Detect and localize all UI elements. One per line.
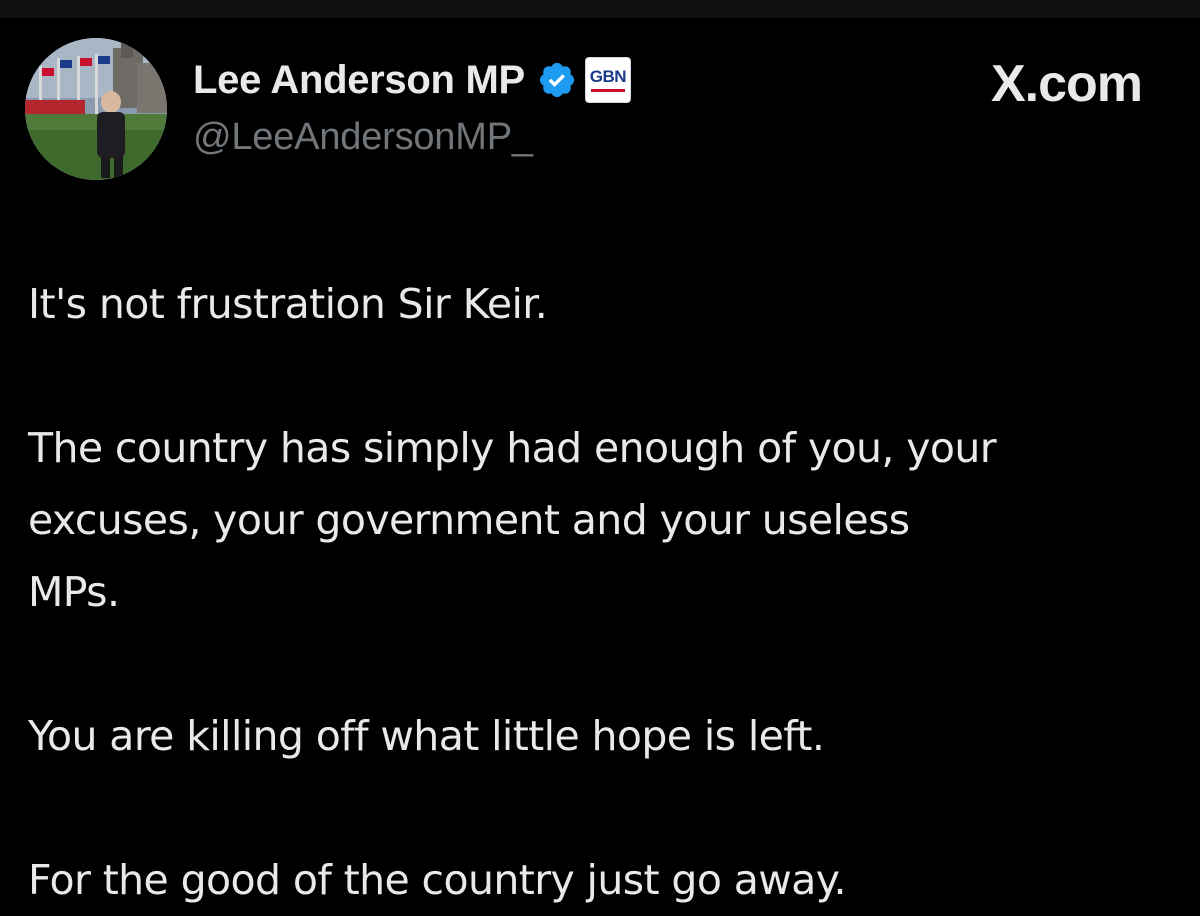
- tweet-paragraph-2-line-3: MPs.: [28, 568, 120, 616]
- verified-check-icon[interactable]: [537, 60, 577, 100]
- tweet-paragraph-2-line-2: excuses, your government and your useles…: [28, 496, 910, 544]
- site-watermark: X.com: [990, 55, 1143, 113]
- tweet-paragraph-2-line-1: The country has simply had enough of you…: [28, 424, 997, 472]
- tweet-paragraph-3: You are killing off what little hope is …: [28, 712, 825, 760]
- tweet-card: Lee Anderson MP GBN @LeeAndersonMP_ X.co…: [0, 18, 1200, 904]
- tweet-text: It's not frustration Sir Keir. The count…: [28, 268, 1188, 916]
- author-avatar[interactable]: [25, 38, 167, 180]
- top-edge-strip: [0, 0, 1200, 18]
- author-name-row: Lee Anderson MP GBN: [193, 56, 631, 104]
- tweet-paragraph-4: For the good of the country just go away…: [28, 856, 847, 904]
- author-block: Lee Anderson MP GBN @LeeAndersonMP_: [193, 56, 631, 159]
- affiliate-badge-text: GBN: [589, 67, 627, 86]
- author-display-name[interactable]: Lee Anderson MP: [193, 58, 525, 103]
- tweet-paragraph-1: It's not frustration Sir Keir.: [28, 280, 548, 328]
- avatar-photo-icon: [25, 38, 167, 180]
- tweet-paragraph-2: The country has simply had enough of you…: [28, 412, 1188, 628]
- gb-news-affiliate-badge[interactable]: GBN: [584, 57, 631, 103]
- affiliate-badge-stripe: [590, 89, 625, 92]
- author-handle[interactable]: @LeeAndersonMP_: [193, 116, 631, 159]
